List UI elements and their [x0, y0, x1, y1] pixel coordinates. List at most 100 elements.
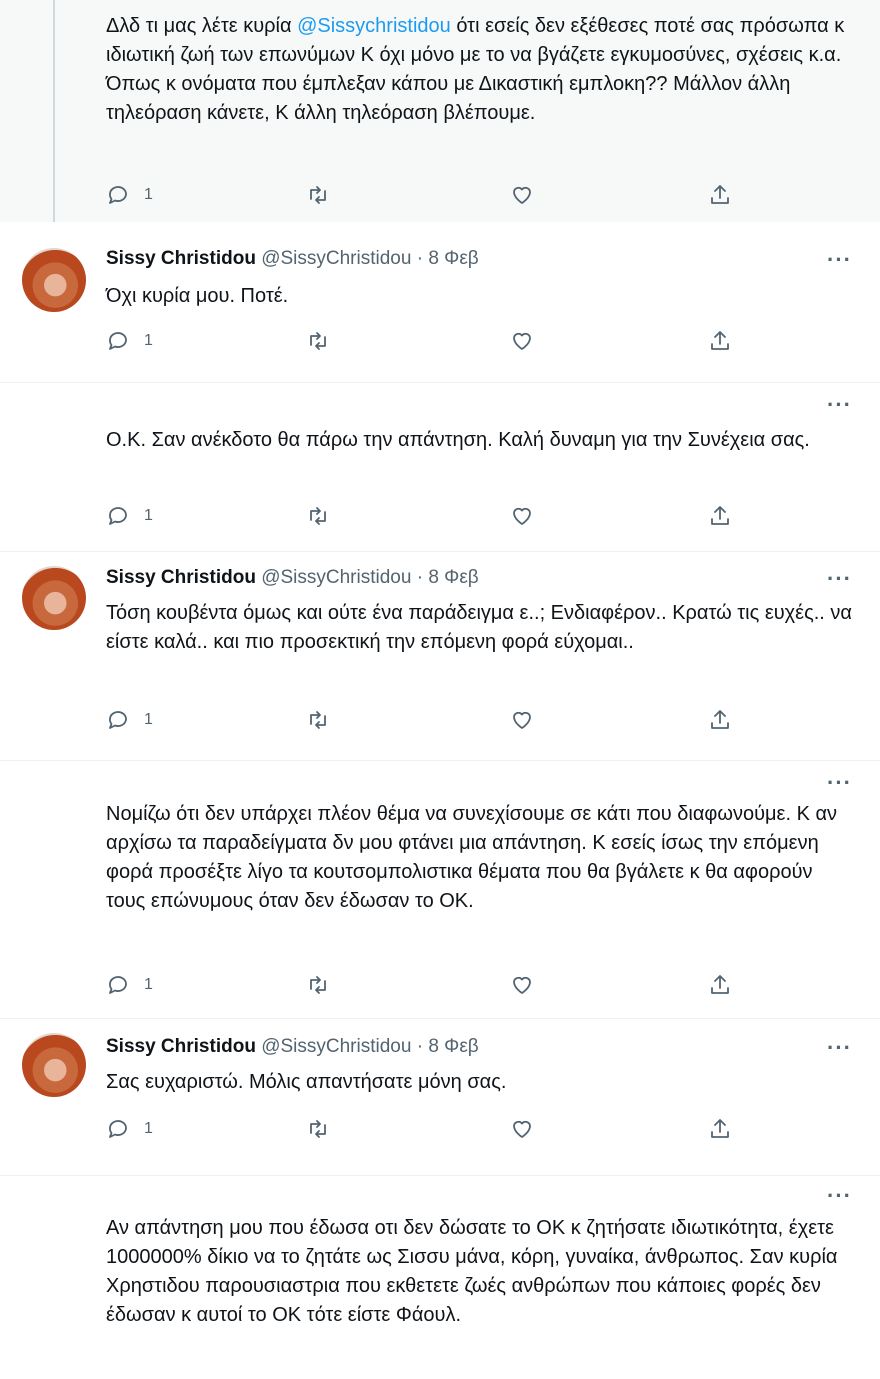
reply-icon	[109, 976, 127, 994]
retweet-icon	[310, 186, 326, 204]
tweet-actions: 1	[106, 1115, 746, 1143]
share-button[interactable]	[708, 502, 732, 530]
share-button[interactable]	[708, 181, 732, 209]
reply-icon	[109, 332, 127, 350]
mention-link[interactable]: @Sissychristidou	[297, 15, 451, 37]
more-icon[interactable]: ···	[827, 394, 852, 416]
reply-icon	[109, 711, 127, 729]
share-icon	[711, 331, 729, 350]
tweet-header: Sissy Christidou @SissyChristidou · 8 Φε…	[106, 1035, 479, 1059]
reply-count: 1	[144, 1120, 153, 1137]
tweet-actions: 1	[106, 502, 746, 530]
reply-count: 1	[144, 711, 153, 728]
share-icon	[711, 506, 729, 525]
avatar[interactable]	[22, 248, 86, 312]
reply-button[interactable]: 1	[106, 971, 153, 999]
retweet-button[interactable]	[306, 1115, 330, 1143]
separator-dot: ·	[416, 1036, 424, 1057]
share-button[interactable]	[708, 327, 732, 355]
tweet-actions: 1	[106, 706, 746, 734]
tweet-text: Σας ευχαριστώ. Μόλις απαντήσατε μόνη σας…	[106, 1071, 507, 1093]
tweet-text-part: Δλδ τι μας λέτε κυρία	[106, 15, 298, 37]
retweet-icon	[310, 976, 326, 994]
separator-dot: ·	[416, 567, 424, 588]
tweet-text: Δλδ τι μας λέτε κυρία @Sissychristidou ό…	[106, 12, 856, 128]
like-button[interactable]	[510, 706, 534, 734]
tweet-2[interactable]: ··· Ο.Κ. Σαν ανέκδοτο θα πάρω την απάντη…	[0, 383, 880, 543]
share-button[interactable]	[708, 706, 732, 734]
more-icon[interactable]: ···	[827, 1185, 852, 1207]
tweet-5[interactable]: Sissy Christidou @SissyChristidou · 8 Φε…	[0, 1019, 880, 1169]
retweet-icon	[310, 507, 326, 525]
reply-count: 1	[144, 186, 153, 203]
reply-button[interactable]: 1	[106, 181, 153, 209]
heart-icon	[513, 976, 531, 994]
retweet-icon	[310, 332, 326, 350]
tweet-text: Όχι κυρία μου. Ποτέ.	[106, 285, 289, 307]
author-name[interactable]: Sissy Christidou	[106, 248, 256, 269]
like-button[interactable]	[510, 502, 534, 530]
author-handle[interactable]: @SissyChristidou	[261, 1036, 411, 1057]
reply-button[interactable]: 1	[106, 1115, 153, 1143]
reply-count: 1	[144, 976, 153, 993]
tweet-0[interactable]: Δλδ τι μας λέτε κυρία @Sissychristidou ό…	[0, 0, 880, 222]
tweet-actions: 1	[106, 181, 746, 209]
avatar[interactable]	[22, 1033, 86, 1097]
like-button[interactable]	[510, 1115, 534, 1143]
tweet-header: Sissy Christidou @SissyChristidou · 8 Φε…	[106, 247, 479, 271]
reply-icon	[109, 186, 127, 204]
avatar[interactable]	[22, 566, 86, 630]
like-button[interactable]	[510, 971, 534, 999]
retweet-button[interactable]	[306, 971, 330, 999]
tweet-actions: 1	[106, 971, 746, 999]
tweet-3[interactable]: Sissy Christidou @SissyChristidou · 8 Φε…	[0, 552, 880, 752]
heart-icon	[513, 1120, 531, 1138]
author-name[interactable]: Sissy Christidou	[106, 567, 256, 588]
tweet-text: Τόση κουβέντα όμως και ούτε ένα παράδειγ…	[106, 602, 852, 653]
author-handle[interactable]: @SissyChristidou	[261, 567, 411, 588]
more-icon[interactable]: ···	[827, 772, 852, 794]
thread-line	[53, 0, 55, 222]
reply-button[interactable]: 1	[106, 502, 153, 530]
retweet-icon	[310, 1120, 326, 1138]
reply-count: 1	[144, 332, 153, 349]
reply-icon	[109, 507, 127, 525]
heart-icon	[513, 711, 531, 729]
retweet-button[interactable]	[306, 181, 330, 209]
retweet-button[interactable]	[306, 706, 330, 734]
author-handle[interactable]: @SissyChristidou	[261, 248, 411, 269]
share-button[interactable]	[708, 971, 732, 999]
reply-button[interactable]: 1	[106, 706, 153, 734]
heart-icon	[513, 332, 531, 350]
tweet-text: Νομίζω ότι δεν υπάρχει πλέον θέμα να συν…	[106, 803, 838, 912]
tweet-date[interactable]: 8 Φεβ	[428, 248, 478, 269]
separator-dot: ·	[416, 248, 424, 269]
retweet-icon	[310, 711, 326, 729]
share-icon	[711, 975, 729, 994]
tweet-actions: 1	[106, 327, 746, 355]
tweet-date[interactable]: 8 Φεβ	[428, 567, 478, 588]
author-name[interactable]: Sissy Christidou	[106, 1036, 256, 1057]
tweet-4[interactable]: ··· Νομίζω ότι δεν υπάρχει πλέον θέμα να…	[0, 761, 880, 1016]
tweet-header: Sissy Christidou @SissyChristidou · 8 Φε…	[106, 566, 479, 590]
tweet-1[interactable]: Sissy Christidou @SissyChristidou · 8 Φε…	[0, 232, 880, 372]
retweet-button[interactable]	[306, 502, 330, 530]
reply-button[interactable]: 1	[106, 327, 153, 355]
more-icon[interactable]: ···	[827, 1037, 852, 1059]
tweet-date[interactable]: 8 Φεβ	[428, 1036, 478, 1057]
reply-count: 1	[144, 507, 153, 524]
share-icon	[711, 185, 729, 204]
more-icon[interactable]: ···	[827, 568, 852, 590]
more-icon[interactable]: ···	[827, 249, 852, 271]
tweet-text: Αν απάντηση μου που έδωσα οτι δεν δώσατε…	[106, 1217, 838, 1326]
heart-icon	[513, 186, 531, 204]
retweet-button[interactable]	[306, 327, 330, 355]
share-button[interactable]	[708, 1115, 732, 1143]
tweet-6[interactable]: ··· Αν απάντηση μου που έδωσα οτι δεν δώ…	[0, 1176, 880, 1379]
tweet-text: Ο.Κ. Σαν ανέκδοτο θα πάρω την απάντηση. …	[106, 429, 810, 451]
share-icon	[711, 1119, 729, 1138]
like-button[interactable]	[510, 327, 534, 355]
reply-icon	[109, 1120, 127, 1138]
like-button[interactable]	[510, 181, 534, 209]
share-icon	[711, 710, 729, 729]
